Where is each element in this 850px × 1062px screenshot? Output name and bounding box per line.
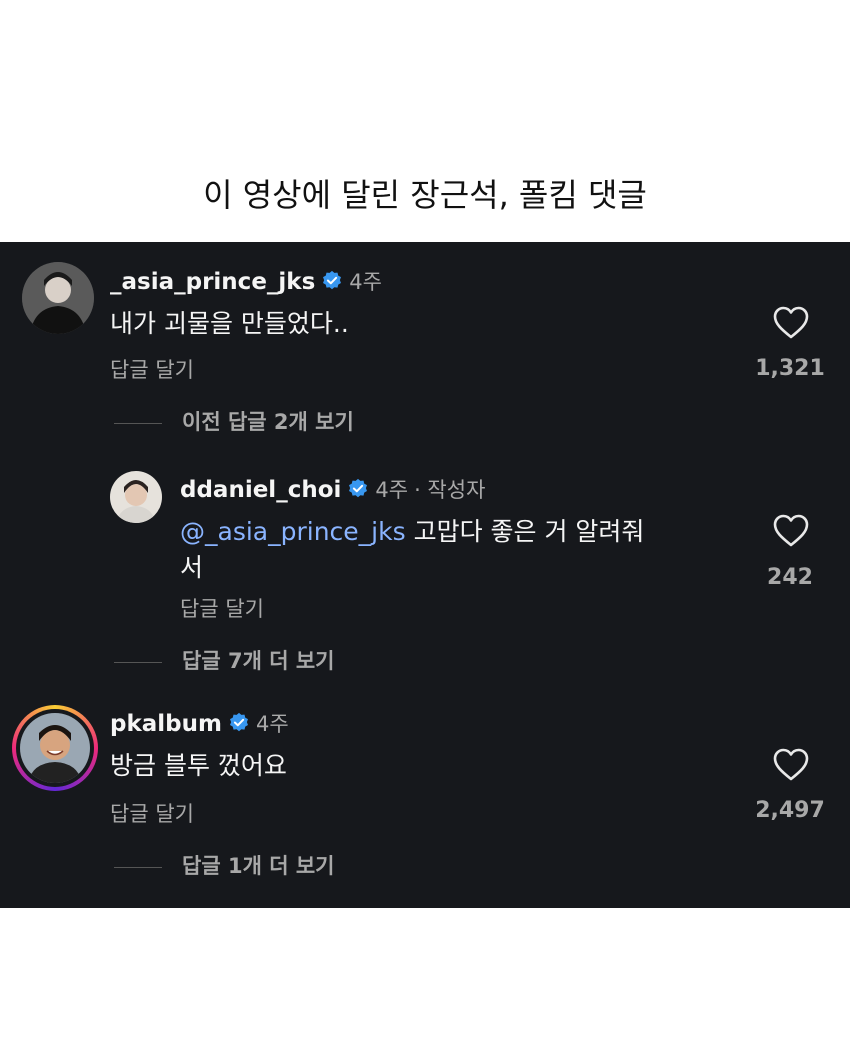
avatar-story-ring[interactable] <box>12 705 98 791</box>
verified-badge-icon <box>349 478 368 498</box>
comment-username[interactable]: ddaniel_choi 4주 · 작성자 <box>180 474 485 504</box>
comment-text-line1: 고맙다 좋은 거 알려줘 <box>413 517 645 546</box>
avatar[interactable] <box>110 471 162 523</box>
comment-text: 방금 블투 껐어요 <box>110 751 287 780</box>
comments-panel: _asia_prince_jks 4주 내가 괴물을 만들었다.. 답글 달기 1… <box>0 242 850 908</box>
reply-button[interactable]: 답글 달기 <box>110 798 194 828</box>
divider-line <box>114 422 162 424</box>
view-replies-button[interactable]: 답글 7개 더 보기 <box>114 645 334 675</box>
view-replies-label[interactable]: 답글 7개 더 보기 <box>182 649 334 673</box>
divider-line <box>114 661 162 663</box>
avatar[interactable] <box>22 262 94 334</box>
mention-link[interactable]: @_asia_prince_jks <box>180 517 406 546</box>
like-count: 242 <box>767 565 813 590</box>
heart-icon[interactable] <box>773 748 809 782</box>
view-replies-button[interactable]: 답글 1개 더 보기 <box>114 850 334 880</box>
comment-time: 4주 <box>349 270 382 294</box>
verified-badge-icon <box>323 270 342 290</box>
comment-username[interactable]: pkalbum 4주 <box>110 708 289 738</box>
verified-badge-icon <box>229 712 248 732</box>
heart-icon[interactable] <box>773 306 809 340</box>
view-replies-label[interactable]: 이전 답글 2개 보기 <box>182 410 354 434</box>
like-count: 2,497 <box>755 798 825 823</box>
username-text[interactable]: ddaniel_choi <box>180 477 341 503</box>
like-count: 1,321 <box>755 356 825 381</box>
reply-button[interactable]: 답글 달기 <box>180 593 264 623</box>
reply-button[interactable]: 답글 달기 <box>110 354 194 384</box>
username-text[interactable]: pkalbum <box>110 711 222 737</box>
comment-time: 4주 <box>375 478 409 502</box>
heart-icon[interactable] <box>773 514 809 548</box>
comment-text: 내가 괴물을 만들었다.. <box>110 309 349 338</box>
comment-text-line2: 서 <box>180 553 204 582</box>
comment-username[interactable]: _asia_prince_jks 4주 <box>110 266 382 296</box>
view-replies-button[interactable]: 이전 답글 2개 보기 <box>114 406 354 436</box>
comment-time: 4주 <box>255 712 289 736</box>
username-text[interactable]: _asia_prince_jks <box>110 269 315 295</box>
avatar <box>20 713 90 783</box>
author-tag: · 작성자 <box>414 478 486 502</box>
comment-text: @_asia_prince_jks 고맙다 좋은 거 알려줘 서 <box>180 514 730 586</box>
divider-line <box>114 866 162 868</box>
view-replies-label[interactable]: 답글 1개 더 보기 <box>182 854 334 878</box>
post-caption: 이 영상에 달린 장근석, 폴킴 댓글 <box>203 176 647 214</box>
